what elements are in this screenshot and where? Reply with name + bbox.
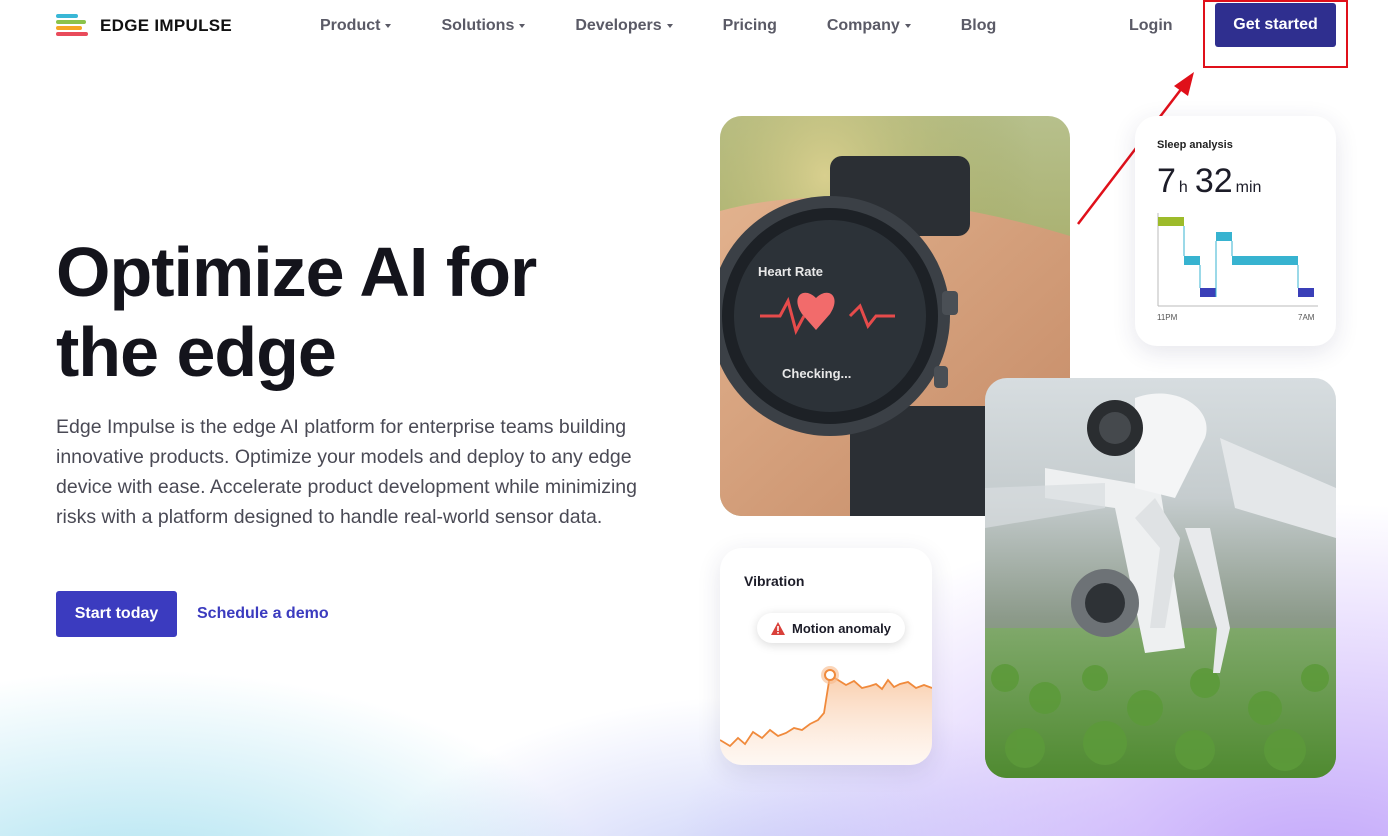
top-navigation: EDGE IMPULSE Product Solutions Developer… xyxy=(0,0,1388,54)
sleep-duration: 7 h 32 min xyxy=(1157,162,1261,201)
caret-down-icon xyxy=(904,24,911,28)
menu-item-pricing[interactable]: Pricing xyxy=(723,17,777,35)
sleep-bar-mid xyxy=(1184,256,1200,265)
vibration-card-title: Vibration xyxy=(744,573,805,589)
annotation-highlight-box xyxy=(1203,0,1348,68)
main-menu: Product Solutions Developers Pricing Com… xyxy=(320,17,1046,35)
sleep-card-title: Sleep analysis xyxy=(1157,139,1233,151)
motion-anomaly-label: Motion anomaly xyxy=(792,620,891,636)
vibration-line-chart xyxy=(720,666,932,765)
sleep-minutes-unit: min xyxy=(1235,179,1262,196)
sleep-minutes: 32 xyxy=(1194,162,1233,200)
schedule-demo-link[interactable]: Schedule a demo xyxy=(197,605,329,623)
hero-title-line2: the edge xyxy=(56,313,337,391)
menu-item-company[interactable]: Company xyxy=(827,17,911,35)
sleep-stage-chart: 11PM 7AM xyxy=(1157,213,1318,322)
sleep-hours-unit: h xyxy=(1178,179,1188,196)
sleep-axis-start: 11PM xyxy=(1157,313,1178,322)
start-today-button[interactable]: Start today xyxy=(56,591,177,637)
menu-item-blog[interactable]: Blog xyxy=(961,17,997,35)
login-link[interactable]: Login xyxy=(1129,17,1173,35)
hero-title: Optimize AI for the edge xyxy=(56,232,656,392)
menu-item-label: Developers xyxy=(575,17,662,34)
sleep-bar-light xyxy=(1158,217,1184,226)
motion-anomaly-badge: Motion anomaly xyxy=(757,613,905,643)
sleep-axis-end: 7AM xyxy=(1298,313,1315,322)
sleep-bar-deep xyxy=(1200,288,1216,297)
hero-description: Edge Impulse is the edge AI platform for… xyxy=(56,416,637,528)
menu-item-developers[interactable]: Developers xyxy=(575,17,673,35)
watch-status-text: Checking... xyxy=(782,366,851,381)
menu-item-solutions[interactable]: Solutions xyxy=(441,17,526,35)
menu-item-label: Solutions xyxy=(441,17,515,34)
caret-down-icon xyxy=(666,24,673,28)
brand-name: EDGE IMPULSE xyxy=(100,16,233,35)
menu-item-label: Pricing xyxy=(722,17,777,34)
menu-item-label: Blog xyxy=(960,17,997,34)
sleep-hours: 7 xyxy=(1157,162,1176,200)
vibration-card: Vibration Motion anomaly xyxy=(720,548,932,765)
hero-title-line1: Optimize AI for xyxy=(56,233,537,311)
sleep-bar-mid xyxy=(1216,232,1232,241)
caret-down-icon xyxy=(385,24,392,28)
watch-label-text: Heart Rate xyxy=(758,264,823,279)
menu-item-label: Product xyxy=(320,17,381,34)
sleep-analysis-card: Sleep analysis 7 h 32 min 11PM 7AM xyxy=(1135,116,1336,346)
sleep-bar-mid xyxy=(1232,256,1298,265)
brand-logo[interactable]: EDGE IMPULSE xyxy=(56,14,232,38)
menu-item-product[interactable]: Product xyxy=(320,17,392,35)
agricultural-robot-photo xyxy=(985,378,1336,778)
caret-down-icon xyxy=(519,24,526,28)
warning-icon xyxy=(771,621,785,635)
edge-impulse-logo-icon xyxy=(56,14,90,38)
anomaly-point xyxy=(824,669,836,681)
menu-item-label: Company xyxy=(826,17,900,34)
sleep-bar-deep xyxy=(1298,288,1314,297)
